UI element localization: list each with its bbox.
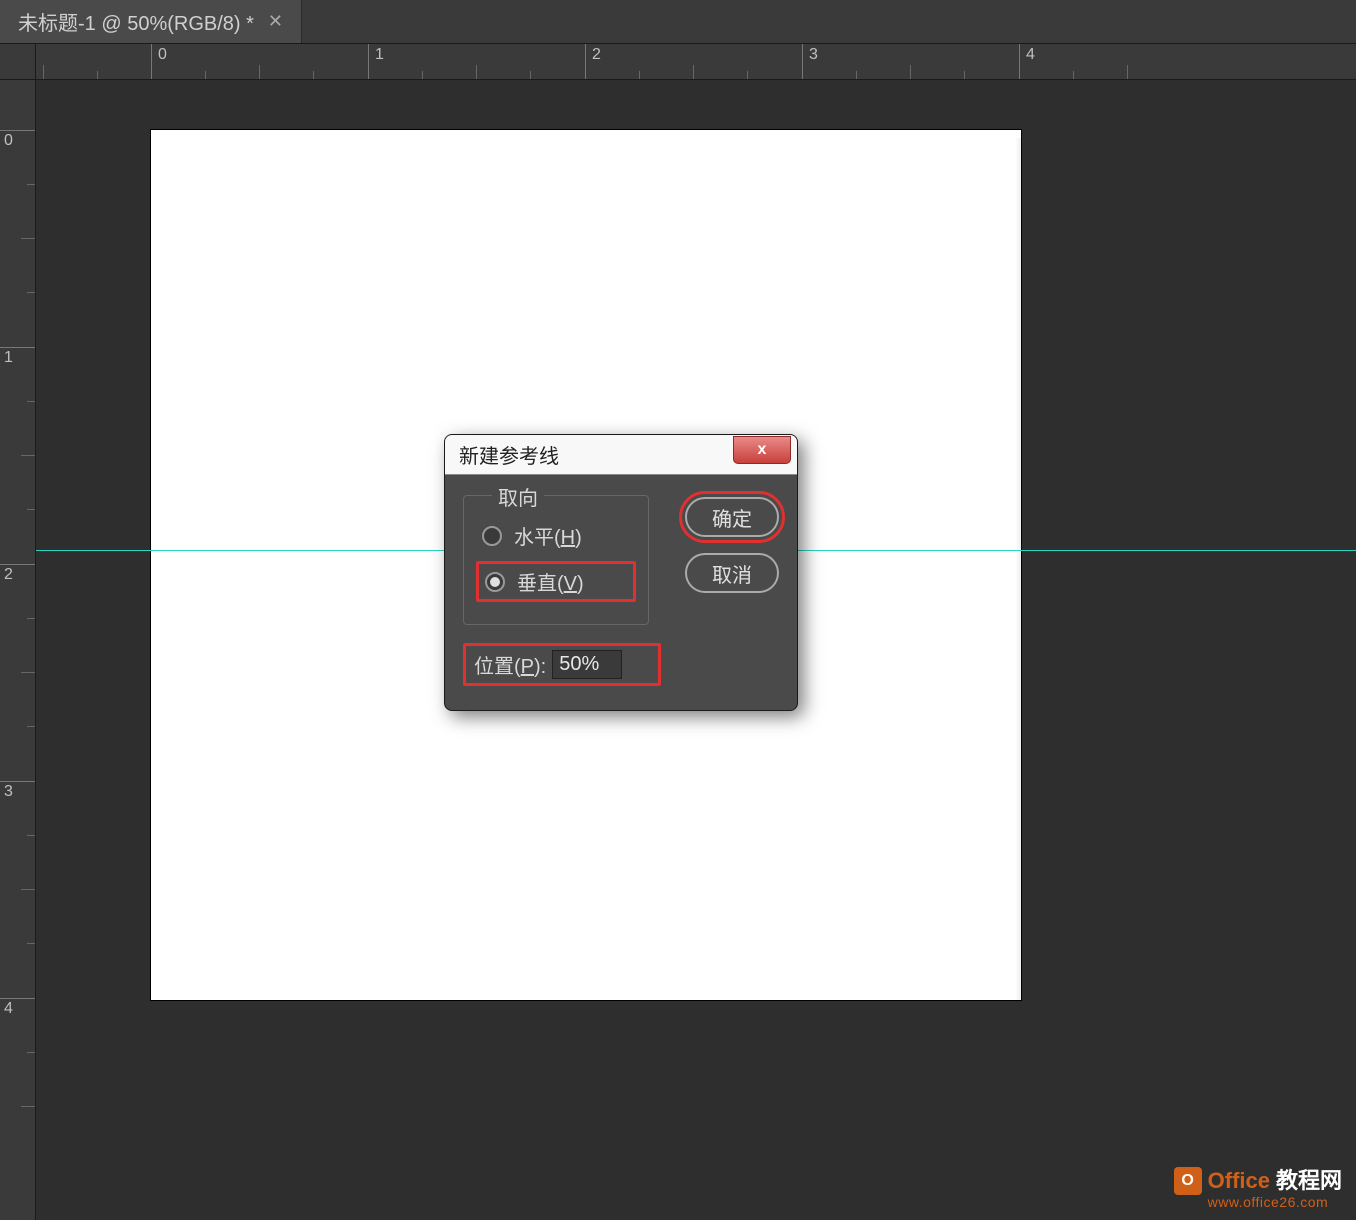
radio-label: 水平(H) — [514, 521, 582, 550]
ruler-tick — [0, 781, 36, 782]
ruler-label: 1 — [4, 349, 13, 367]
watermark: O Office 教程网 www.office26.com — [1174, 1167, 1342, 1210]
watermark-url: www.office26.com — [1208, 1195, 1342, 1210]
ruler-label: 2 — [4, 566, 13, 584]
ruler-label: 2 — [588, 46, 601, 64]
ruler-tick — [0, 564, 36, 565]
watermark-brand-b: 教程网 — [1276, 1169, 1342, 1193]
ok-button[interactable]: 确定 — [685, 497, 779, 537]
radio-label: 垂直(V) — [517, 567, 584, 596]
ruler-corner[interactable] — [0, 44, 36, 80]
position-input[interactable] — [552, 650, 622, 679]
ruler-tick — [1019, 44, 1020, 80]
position-label: 位置(P): — [474, 650, 546, 679]
ruler-tick — [802, 44, 803, 80]
close-icon: x — [758, 441, 767, 459]
document-tab[interactable]: 未标题-1 @ 50%(RGB/8) * ✕ — [0, 0, 302, 43]
ruler-tick — [585, 44, 586, 80]
dialog-title: 新建参考线 — [459, 440, 559, 469]
ruler-label: 4 — [4, 1000, 13, 1018]
ruler-label: 0 — [154, 46, 167, 64]
cancel-button[interactable]: 取消 — [685, 553, 779, 593]
ruler-label: 4 — [1022, 46, 1035, 64]
ruler-label: 1 — [371, 46, 384, 64]
vertical-ruler[interactable]: 0 1 2 3 4 — [0, 80, 36, 1220]
dialog-body: 取向 水平(H) 垂直(V) 位置(P): 确定 — [445, 475, 797, 710]
orientation-horizontal-radio[interactable]: 水平(H) — [476, 518, 636, 553]
ruler-label: 3 — [805, 46, 818, 64]
watermark-brand-a: Office — [1208, 1169, 1270, 1193]
ruler-tick — [368, 44, 369, 80]
dialog-close-button[interactable]: x — [733, 436, 791, 464]
canvas-area[interactable]: 新建参考线 x 取向 水平(H) 垂直(V) — [36, 80, 1356, 1220]
horizontal-ruler[interactable]: 0 1 2 3 4 — [36, 44, 1356, 80]
new-guide-dialog: 新建参考线 x 取向 水平(H) 垂直(V) — [444, 434, 798, 711]
ruler-tick — [0, 347, 36, 348]
orientation-vertical-radio[interactable]: 垂直(V) — [476, 561, 636, 602]
position-row: 位置(P): — [463, 643, 661, 686]
close-icon[interactable]: ✕ — [268, 11, 283, 32]
ruler-tick — [151, 44, 152, 80]
tab-bar: 未标题-1 @ 50%(RGB/8) * ✕ — [0, 0, 1356, 44]
brand-icon: O — [1174, 1167, 1202, 1195]
ruler-label: 3 — [4, 783, 13, 801]
orientation-fieldset: 取向 水平(H) 垂直(V) — [463, 495, 649, 625]
ruler-tick — [0, 998, 36, 999]
dialog-buttons: 确定 取消 — [685, 497, 779, 593]
workspace: 0 1 2 3 4 0 1 2 3 4 — [0, 44, 1356, 1220]
radio-icon — [485, 572, 505, 592]
orientation-legend: 取向 — [492, 482, 544, 511]
dialog-titlebar[interactable]: 新建参考线 x — [445, 435, 797, 475]
document-tab-title: 未标题-1 @ 50%(RGB/8) * — [18, 7, 254, 36]
ruler-label: 0 — [4, 132, 13, 150]
ruler-tick — [0, 130, 36, 131]
radio-icon — [482, 526, 502, 546]
